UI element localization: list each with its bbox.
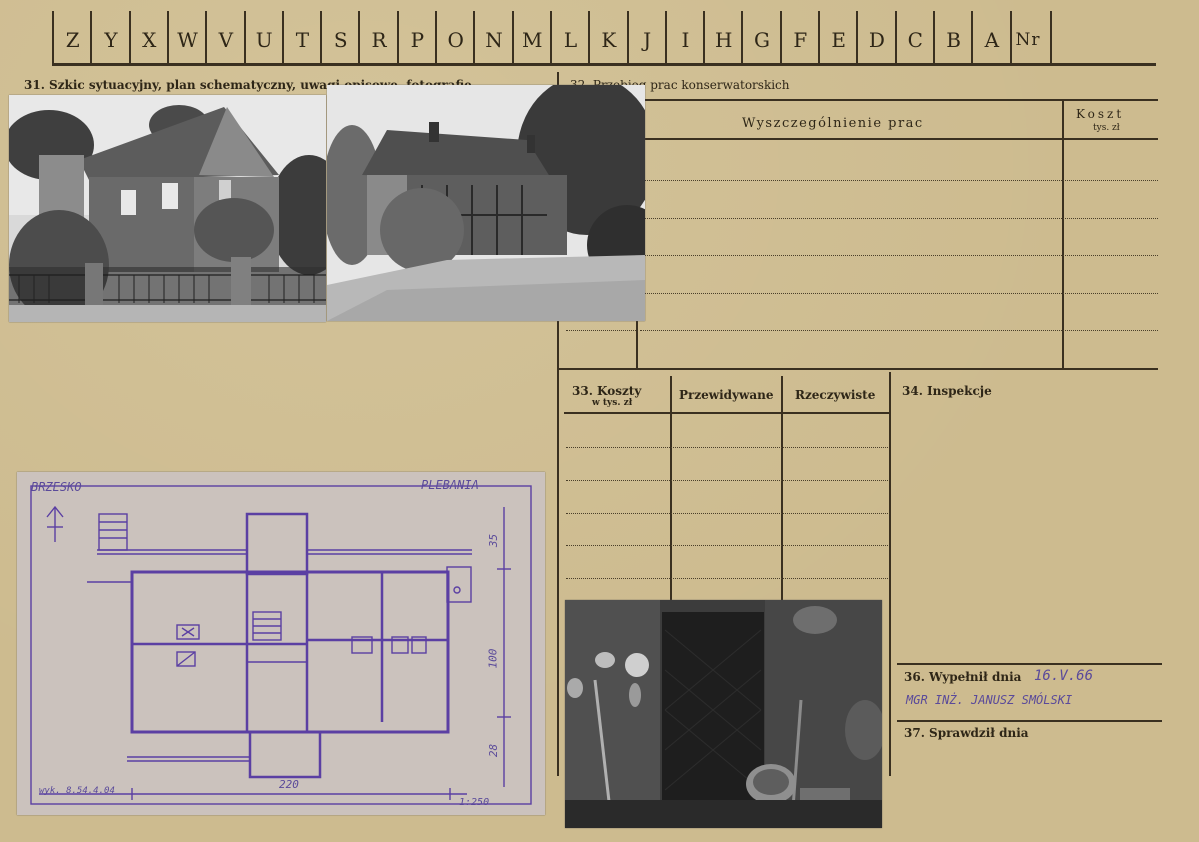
section-33-col-rule-1 xyxy=(670,376,672,601)
section-37-label: 37. Sprawdził dnia xyxy=(904,726,1029,740)
planned-column-header: Przewidywane xyxy=(679,388,774,402)
section-33-col-rule-2 xyxy=(781,376,783,601)
section-32-top-rule xyxy=(557,99,1158,101)
cost-row-line xyxy=(566,578,888,579)
works-row-line xyxy=(566,330,636,331)
cost-column-header: Koszt xyxy=(1076,107,1125,121)
fill-date: 16.V.66 xyxy=(1034,668,1094,684)
header-letter-y: Y xyxy=(90,11,130,63)
header-letter-k: K xyxy=(588,11,628,63)
photo-house-front xyxy=(9,95,326,322)
filled-by-name: MGR INŻ. JANUSZ SMÓLSKI xyxy=(906,693,1073,707)
section-32-cost-rule xyxy=(1062,99,1064,369)
header-letter-j: J xyxy=(626,11,667,63)
header-end-rule xyxy=(1049,11,1052,63)
header-letter-i: I xyxy=(664,11,705,63)
header-letter-x: X xyxy=(128,11,169,63)
cost-row-line xyxy=(566,513,888,514)
header-letter-n: N xyxy=(473,11,513,63)
header-letter-r: R xyxy=(358,11,398,63)
floor-plan-sketch: BRZESKO PLEBANIA 35 100 28 220 wyk. 8.54… xyxy=(17,472,545,815)
works-row-line xyxy=(640,330,1158,331)
section-32-header-rule xyxy=(640,138,1158,140)
inventory-card: Z Y X W V U T S R P O N M L K J I H G F E D C B A Nr 31. Szkic sy… xyxy=(0,0,1199,842)
header-letter-c: C xyxy=(894,11,935,63)
actual-column-header: Rzeczywiste xyxy=(795,388,876,402)
header-letter-p: P xyxy=(396,11,437,63)
header-letter-u: U xyxy=(243,11,284,63)
cost-row-line xyxy=(566,447,888,448)
section-33-label: 33. Koszty xyxy=(572,384,642,398)
section-33-header-rule xyxy=(564,412,891,414)
header-letter-o: O xyxy=(435,11,475,63)
works-row-line xyxy=(640,218,1158,219)
header-letter-row: Z Y X W V U T S R P O N M L K J I H G F E D C B A Nr xyxy=(52,11,1156,63)
section-33-unit: w tys. zł xyxy=(592,398,633,408)
photo-cellar-door xyxy=(565,600,882,828)
cost-row-line xyxy=(566,545,888,546)
section-33-right-rule xyxy=(889,372,891,776)
plan-building-label: PLEBANIA xyxy=(421,478,479,492)
header-letter-l: L xyxy=(549,11,590,63)
header-letter-s: S xyxy=(320,11,360,63)
section-32-bottom-rule xyxy=(557,368,1158,370)
header-letter-v: V xyxy=(205,11,245,63)
section-37-top-rule xyxy=(897,720,1162,722)
header-letter-g: G xyxy=(741,11,781,63)
header-letter-e: E xyxy=(818,11,858,63)
plan-drafter: wyk. 8.54.4.04 xyxy=(39,786,115,796)
header-letter-a: A xyxy=(971,11,1011,63)
header-letter-h: H xyxy=(703,11,743,63)
plan-dim-top: 35 xyxy=(487,533,501,548)
header-rule xyxy=(52,63,1156,66)
cost-column-unit: tys. zł xyxy=(1093,123,1120,133)
works-row-line xyxy=(640,180,1158,181)
photo-house-porch xyxy=(327,85,645,321)
header-letter-d: D xyxy=(856,11,896,63)
header-letter-m: M xyxy=(511,11,552,63)
section-36-label: 36. Wypełnił dnia xyxy=(904,670,1022,684)
plan-dim-mid: 100 xyxy=(486,648,500,669)
header-letter-t: T xyxy=(281,11,322,63)
header-letter-w: W xyxy=(166,11,207,63)
works-column-header: Wyszczególnienie prac xyxy=(742,116,924,131)
plan-dim-width: 220 xyxy=(279,778,299,791)
plan-scale: 1:250 xyxy=(459,797,490,808)
works-row-line xyxy=(640,293,1158,294)
header-letter-f: F xyxy=(779,11,820,63)
plan-dim-bottom: 28 xyxy=(487,743,501,758)
section-36-top-rule xyxy=(897,663,1162,665)
plan-town-label: BRZESKO xyxy=(31,480,82,494)
header-letter-z: Z xyxy=(52,11,92,63)
works-row-line xyxy=(640,255,1158,256)
cost-row-line xyxy=(566,480,888,481)
section-34-label: 34. Inspekcje xyxy=(902,384,992,398)
header-letter-b: B xyxy=(932,11,973,63)
